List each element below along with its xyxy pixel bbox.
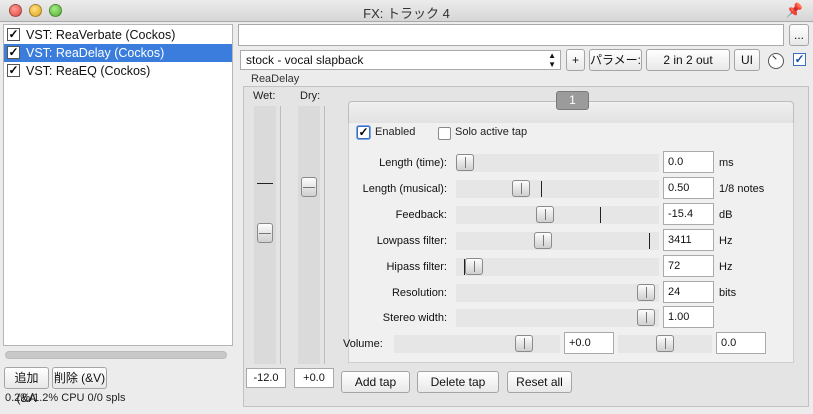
- param-slider-track[interactable]: [456, 284, 659, 302]
- fx-name-field[interactable]: [238, 24, 784, 46]
- param-value[interactable]: 72: [663, 255, 714, 277]
- param-unit: dB: [719, 209, 733, 221]
- fx-item-label: VST: ReaVerbate (Cockos): [26, 28, 176, 42]
- fader-divider: [280, 106, 281, 364]
- param-slider-track[interactable]: [456, 309, 659, 327]
- param-slider-track[interactable]: [456, 258, 659, 276]
- param-value[interactable]: 24: [663, 281, 714, 303]
- plugin-name-label: ReaDelay: [251, 73, 300, 85]
- add-tap-button[interactable]: Add tap: [341, 371, 410, 393]
- param-default-marker: [600, 207, 602, 223]
- tap-tab-1[interactable]: 1: [556, 91, 589, 110]
- title-bar: FX: トラック 4 📌: [0, 0, 813, 22]
- fx-chain-list[interactable]: ✓ VST: ReaVerbate (Cockos) ✓ VST: ReaDel…: [3, 24, 233, 346]
- fx-item-label: VST: ReaEQ (Cockos): [26, 64, 151, 78]
- ui-button[interactable]: UI: [734, 49, 760, 71]
- param-value[interactable]: 0.50: [663, 177, 714, 199]
- fader-divider: [324, 106, 325, 364]
- param-value[interactable]: -15.4: [663, 203, 714, 225]
- preset-dropdown[interactable]: stock - vocal slapback ▲ ▼: [240, 50, 561, 70]
- param-slider-thumb[interactable]: [637, 309, 656, 326]
- fx-item-label: VST: ReaDelay (Cockos): [26, 46, 165, 60]
- pin-icon[interactable]: 📌: [786, 2, 803, 19]
- param-default-marker: [541, 181, 543, 197]
- param-unit: ms: [719, 157, 734, 169]
- pan-value[interactable]: 0.0: [716, 332, 766, 354]
- volume-slider-thumb[interactable]: [515, 335, 534, 352]
- window-title: FX: トラック 4: [363, 6, 450, 21]
- param-unit: 1/8 notes: [719, 183, 765, 195]
- preset-value: stock - vocal slapback: [246, 53, 364, 67]
- volume-value[interactable]: +0.0: [564, 332, 614, 354]
- fx-item-reaverbate[interactable]: ✓ VST: ReaVerbate (Cockos): [4, 26, 232, 44]
- param-slider-thumb[interactable]: [535, 206, 554, 223]
- wet-label: Wet:: [253, 90, 276, 102]
- enabled-checkbox[interactable]: ✓: [357, 126, 370, 139]
- dropdown-arrows-icon: ▲ ▼: [548, 51, 556, 69]
- browse-button[interactable]: ...: [789, 24, 809, 46]
- param-slider-track[interactable]: [456, 180, 659, 198]
- solo-label: Solo active tap: [455, 126, 528, 138]
- wet-value[interactable]: -12.0: [246, 368, 286, 388]
- io-routing-button[interactable]: 2 in 2 out: [646, 49, 730, 71]
- param-label: Feedback:: [395, 209, 447, 221]
- param-label: Length (musical):: [362, 183, 447, 195]
- param-value[interactable]: 0.0: [663, 151, 714, 173]
- fx-enable-checkbox[interactable]: ✓: [7, 28, 20, 41]
- param-button[interactable]: パラメー:: [589, 49, 642, 71]
- add-preset-button[interactable]: +: [566, 49, 585, 71]
- dry-label: Dry:: [300, 90, 321, 102]
- param-slider-thumb[interactable]: [465, 258, 484, 275]
- param-slider-thumb[interactable]: [533, 232, 552, 249]
- volume-label: Volume:: [343, 338, 383, 350]
- fx-item-reaeq[interactable]: ✓ VST: ReaEQ (Cockos): [4, 62, 232, 80]
- param-label: Resolution:: [391, 287, 447, 299]
- param-slider-track[interactable]: [456, 232, 659, 250]
- add-fx-button[interactable]: 追加 (&A: [4, 367, 49, 405]
- solo-checkbox[interactable]: [438, 127, 451, 140]
- dry-value[interactable]: +0.0: [294, 368, 334, 388]
- reset-all-button[interactable]: Reset all: [507, 371, 572, 393]
- volume-slider-track[interactable]: [394, 335, 560, 353]
- fx-list-scrollbar[interactable]: [5, 351, 227, 359]
- param-value[interactable]: 1.00: [663, 306, 714, 328]
- param-unit: bits: [719, 287, 737, 299]
- fx-enable-checkbox[interactable]: ✓: [7, 46, 20, 59]
- param-unit: Hz: [719, 261, 733, 273]
- enabled-label: Enabled: [375, 126, 416, 138]
- fx-item-readelay[interactable]: ✓ VST: ReaDelay (Cockos): [4, 44, 232, 62]
- fx-window: FX: トラック 4 📌 ✓ VST: ReaVerbate (Cockos) …: [0, 0, 813, 414]
- param-label: Lowpass filter:: [376, 235, 447, 247]
- param-slider-thumb[interactable]: [511, 180, 530, 197]
- param-slider-track[interactable]: [456, 206, 659, 224]
- bypass-checkbox[interactable]: ✓: [793, 53, 806, 66]
- wet-knob-icon[interactable]: [768, 53, 784, 69]
- param-slider-thumb[interactable]: [637, 284, 656, 301]
- dry-fader-track[interactable]: [298, 106, 320, 364]
- param-slider-track[interactable]: [456, 154, 659, 172]
- param-slider-thumb[interactable]: [456, 154, 474, 171]
- wet-zero-marker: [257, 183, 273, 184]
- param-value[interactable]: 3411: [663, 229, 714, 251]
- fx-enable-checkbox[interactable]: ✓: [7, 64, 20, 77]
- delete-tap-button[interactable]: Delete tap: [417, 371, 499, 393]
- param-label: Hipass filter:: [386, 261, 447, 273]
- remove-fx-button[interactable]: 削除 (&V): [52, 367, 107, 389]
- dry-fader-thumb[interactable]: [301, 177, 317, 198]
- param-label: Length (time):: [379, 157, 447, 169]
- param-label: Stereo width:: [382, 312, 447, 324]
- wet-fader-thumb[interactable]: [257, 222, 273, 243]
- param-unit: Hz: [719, 235, 733, 247]
- param-default-marker: [648, 233, 650, 249]
- pan-slider-thumb[interactable]: [656, 335, 674, 352]
- cpu-status: 0.2%/1.2% CPU 0/0 spls: [5, 392, 126, 404]
